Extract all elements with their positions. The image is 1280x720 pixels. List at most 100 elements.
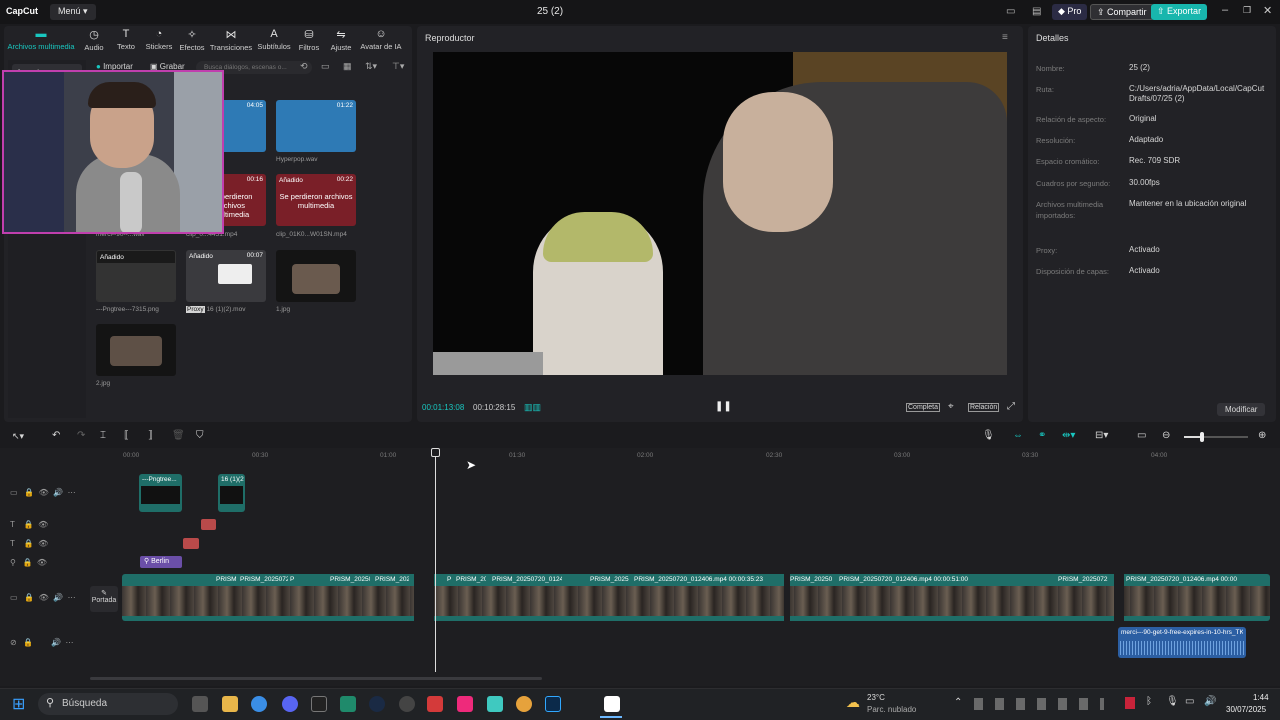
- minimize-icon[interactable]: –: [1222, 4, 1228, 16]
- split-right-icon[interactable]: ⟧: [148, 430, 153, 441]
- task-view-icon[interactable]: [192, 696, 208, 712]
- microphone-icon[interactable]: 🎙: [1166, 696, 1179, 707]
- audio-clip[interactable]: merci---90-get-9-free-expires-in-10-hrs_…: [1118, 627, 1246, 658]
- tool-media[interactable]: ▬ Archivos multimedia: [6, 28, 76, 51]
- cover-button[interactable]: ✎ Portada: [90, 586, 118, 612]
- media-item[interactable]: 01:22: [276, 100, 356, 152]
- taskbar-search[interactable]: ⚲ Búsqueda: [38, 693, 178, 715]
- clip-label: PRISM_2025072: [1058, 576, 1108, 583]
- fullscreen-icon[interactable]: ⤢: [1007, 401, 1015, 412]
- media-item[interactable]: Añadido 00:07: [186, 250, 266, 302]
- photoshop-icon[interactable]: [545, 696, 561, 712]
- capcut-logo: CapCut: [6, 6, 38, 16]
- media-item[interactable]: Añadido: [96, 250, 176, 302]
- full-quality-button[interactable]: Completa: [906, 403, 940, 412]
- proxy-badge: Proxy: [186, 306, 205, 313]
- playhead-handle[interactable]: [431, 448, 440, 457]
- snapshot-icon[interactable]: ⌖: [948, 401, 954, 412]
- media-item-duration: 01:22: [336, 102, 353, 109]
- player-menu-icon[interactable]: ≡: [1002, 32, 1008, 43]
- close-icon[interactable]: ✕: [1263, 4, 1272, 17]
- folder-icon[interactable]: ▭: [321, 61, 330, 72]
- steam-icon[interactable]: [369, 696, 385, 712]
- delete-icon[interactable]: 🗑: [172, 430, 185, 441]
- track-controls-effect[interactable]: ⚲ 🔒 👁: [10, 558, 47, 567]
- microphone-icon[interactable]: 🎙: [982, 430, 995, 441]
- timeline-scrollbar[interactable]: [90, 677, 542, 680]
- magnet-icon[interactable]: ⇔: [1013, 430, 1023, 441]
- preview-axis-icon[interactable]: ⇹▾: [1062, 430, 1075, 441]
- network-icon[interactable]: ▭: [1185, 696, 1194, 707]
- maximize-icon[interactable]: ❐: [1243, 5, 1251, 16]
- zoom-in-icon[interactable]: ⊕: [1258, 430, 1266, 441]
- redo-icon[interactable]: ↷: [77, 430, 85, 441]
- obs-icon[interactable]: [399, 696, 415, 712]
- project-title: 25 (2): [536, 6, 564, 17]
- tiktok-icon[interactable]: [457, 696, 473, 712]
- discord-icon[interactable]: [282, 696, 298, 712]
- zoom-slider-handle[interactable]: [1200, 432, 1204, 442]
- track-controls-overlay[interactable]: ▭ 🔒 👁 🔊 ⋯: [10, 488, 76, 497]
- clip-label: PRISM_20250: [330, 576, 370, 583]
- tool-transitions[interactable]: ⋈ Transiciones: [209, 28, 253, 52]
- media-item-missing[interactable]: Añadido 00:22 Se perdieron archivos multim…: [276, 174, 356, 226]
- chevron-up-icon[interactable]: ⌃: [954, 697, 962, 708]
- track-controls-audio[interactable]: ⊘ 🔒 🔊 ⋯: [10, 638, 74, 647]
- volume-icon[interactable]: 🔊: [1204, 696, 1216, 707]
- timeline[interactable]: [0, 448, 1280, 686]
- tool-effects[interactable]: ✧ Efectos: [170, 28, 214, 52]
- overlay-clip[interactable]: 16 (1)(2: [218, 474, 245, 512]
- track-controls-text[interactable]: T 🔒 👁: [10, 520, 48, 529]
- effect-clip[interactable]: ⚲ Berlin: [140, 556, 182, 568]
- zoom-out-icon[interactable]: ⊖: [1162, 430, 1170, 441]
- chrome-icon[interactable]: [251, 696, 267, 712]
- split-icon[interactable]: ⌶: [100, 430, 106, 441]
- app-icon[interactable]: [340, 696, 356, 712]
- split-left-icon[interactable]: ⟦: [124, 430, 129, 441]
- search-icon[interactable]: ⟲: [300, 61, 308, 72]
- link-icon[interactable]: ⚭: [1038, 430, 1046, 441]
- grid-view-icon[interactable]: ▦: [343, 61, 352, 72]
- menu-button[interactable]: Menú ▾: [50, 4, 96, 20]
- text-app-icon[interactable]: [427, 696, 443, 712]
- video-preview[interactable]: [433, 52, 1007, 375]
- shortcuts-icon[interactable]: ▤: [1032, 6, 1041, 17]
- app-icon[interactable]: [516, 696, 532, 712]
- windows-start-icon[interactable]: ⊞: [12, 694, 25, 714]
- export-button[interactable]: ⇧ Exportar: [1151, 4, 1208, 20]
- media-item-name: Hyperpop.wav: [276, 156, 318, 163]
- share-button[interactable]: ⇪ Compartir: [1090, 4, 1154, 20]
- align-icon[interactable]: ⊟▾: [1095, 430, 1108, 441]
- tray-app-icon[interactable]: [1125, 697, 1135, 709]
- shield-icon[interactable]: ⛉: [196, 430, 204, 441]
- select-tool-icon[interactable]: ↖▾: [12, 431, 24, 442]
- ai-avatar-icon: ☺: [375, 28, 387, 40]
- text-clip[interactable]: [201, 519, 216, 530]
- filter-icon[interactable]: ⊤▾: [392, 61, 404, 72]
- bluetooth-icon[interactable]: ᛒ: [1146, 696, 1152, 707]
- playhead[interactable]: [435, 448, 436, 672]
- media-item[interactable]: [96, 324, 176, 376]
- modify-button[interactable]: Modificar: [1217, 403, 1266, 416]
- sort-icon[interactable]: ⇅▾: [365, 61, 377, 72]
- epic-games-icon[interactable]: [311, 696, 327, 712]
- caption-icon[interactable]: ▭: [1137, 430, 1146, 441]
- layout-icon[interactable]: ▭: [1006, 6, 1015, 17]
- track-controls-main[interactable]: ▭ 🔒 👁 🔊 ⋯: [10, 593, 76, 602]
- pause-icon[interactable]: ❚❚: [715, 401, 732, 412]
- tool-ai-avatar[interactable]: ☺ Avatar de IA: [356, 28, 406, 51]
- capcut-icon[interactable]: [604, 696, 620, 712]
- undo-icon[interactable]: ↶: [52, 430, 60, 441]
- track-controls-text[interactable]: T 🔒 👁: [10, 539, 48, 548]
- pro-button[interactable]: ◆ Pro: [1052, 4, 1088, 20]
- detail-value: Activado: [1129, 245, 1160, 254]
- ratio-button[interactable]: Relación: [968, 403, 1000, 412]
- zoom-slider[interactable]: [1184, 432, 1248, 442]
- app-icon[interactable]: [487, 696, 503, 712]
- overlay-clip[interactable]: ---Pngtree...: [139, 474, 182, 512]
- text-clip[interactable]: [183, 538, 199, 549]
- tray-icons[interactable]: [974, 698, 1104, 710]
- media-item-duration: 00:16: [246, 176, 263, 183]
- media-item[interactable]: [276, 250, 356, 302]
- file-explorer-icon[interactable]: [222, 696, 238, 712]
